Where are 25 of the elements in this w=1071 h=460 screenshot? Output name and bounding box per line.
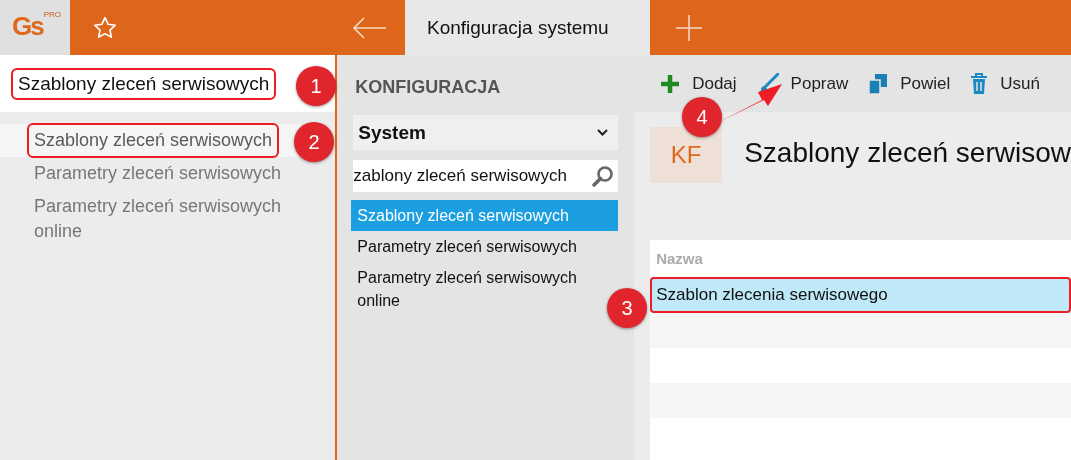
record-title: Szablony zleceń serwisow: [744, 137, 1071, 169]
nav-item[interactable]: Parametry zleceń serwisowych online: [0, 190, 326, 248]
plus-icon: [660, 73, 681, 94]
category-dropdown[interactable]: System: [353, 115, 619, 150]
chevron-down-icon: [597, 129, 609, 136]
column-header: Nazwa: [655, 249, 704, 269]
search-field[interactable]: zablony zleceń serwisowych: [353, 160, 619, 192]
plus-icon[interactable]: [676, 14, 702, 41]
callout-badge: 3: [607, 288, 647, 328]
list-item[interactable]: Parametry zleceń serwisowych online: [351, 262, 600, 316]
copy-icon: [868, 72, 889, 95]
avatar: KF: [650, 127, 723, 183]
edit-button[interactable]: Popraw: [756, 72, 849, 95]
tab[interactable]: Konfiguracja systemu: [405, 0, 650, 55]
duplicate-button[interactable]: Powiel: [868, 72, 951, 95]
panel-heading: Szablony zleceń serwisowych: [11, 67, 277, 100]
search-icon: [592, 165, 615, 187]
section-title: KONFIGURACJA: [355, 77, 502, 98]
delete-button[interactable]: Usuń: [970, 72, 1041, 95]
back-arrow-icon[interactable]: [353, 16, 387, 39]
add-button[interactable]: Dodaj: [660, 73, 737, 94]
star-icon[interactable]: [92, 14, 118, 41]
table-row[interactable]: Szablon zlecenia serwisowego: [650, 277, 1071, 313]
list-item[interactable]: Parametry zleceń serwisowych: [351, 231, 583, 262]
trash-icon: [970, 72, 989, 95]
